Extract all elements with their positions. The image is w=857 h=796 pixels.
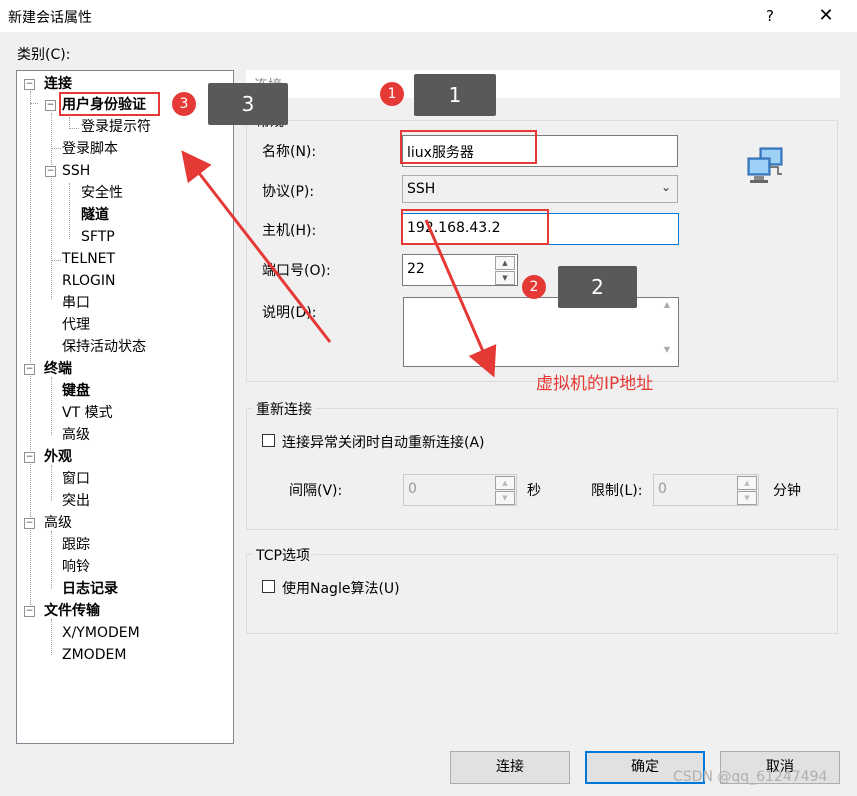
annotation-arrows [181,150,497,378]
arrow-to-ip-note [424,219,497,378]
ip-note: 虚拟机的IP地址 [536,374,654,394]
watermark: CSDN @qq_61247494 [673,769,828,785]
arrow-to-user-auth [181,150,332,343]
